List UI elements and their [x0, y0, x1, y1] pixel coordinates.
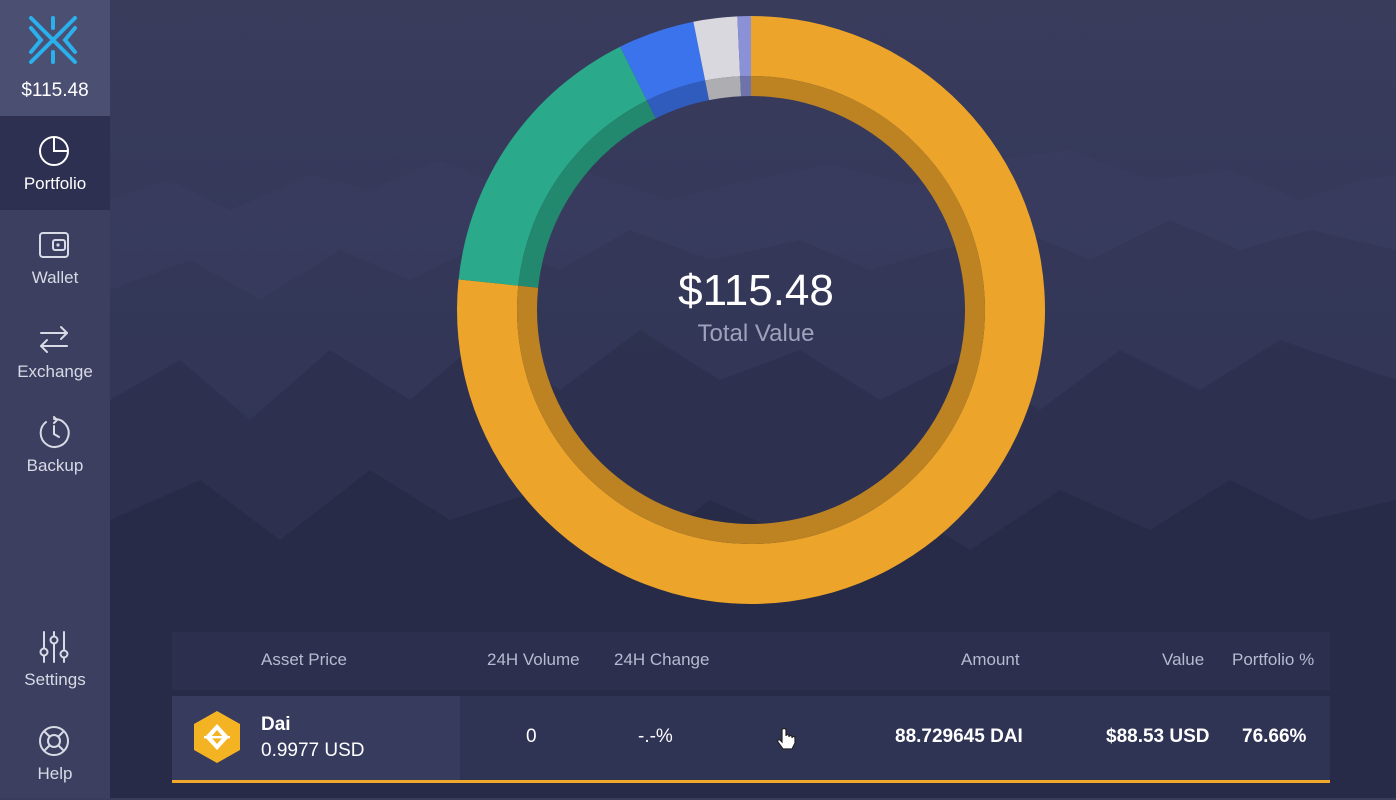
sidebar-item-label: Help [37, 764, 73, 783]
sliders-icon [39, 631, 69, 663]
header-asset-price[interactable]: Asset Price [261, 650, 347, 670]
sidebar-item-label: Wallet [31, 268, 79, 287]
sidebar-item-label: Exchange [17, 362, 93, 381]
sidebar-item-backup[interactable]: Backup [0, 398, 110, 492]
assets-table: Asset Price 24H Volume 24H Change Amount… [172, 632, 1330, 783]
header-amount[interactable]: Amount [961, 650, 1020, 670]
donut-slice-inner-4 [740, 76, 751, 97]
total-value-amount: $115.48 [678, 266, 834, 315]
brand-header: $115.48 [0, 0, 110, 116]
header-24h-volume[interactable]: 24H Volume [487, 650, 580, 670]
dai-coin-icon [194, 711, 240, 763]
table-row[interactable]: Dai 0.9977 USD 0 -.-% 88.729645 DAI $88.… [172, 696, 1330, 783]
sidebar-item-wallet[interactable]: Wallet [0, 210, 110, 304]
asset-portfolio-percent: 76.66% [1242, 726, 1307, 747]
total-value-label: Total Value [697, 320, 815, 347]
donut-slice-1[interactable] [458, 46, 647, 286]
lifebuoy-icon [39, 726, 69, 756]
sidebar-item-label: Backup [26, 456, 84, 475]
asset-amount: 88.729645 DAI [895, 726, 1023, 747]
asset-name: Dai [261, 714, 291, 735]
sidebar-item-label: Portfolio [23, 174, 87, 193]
asset-volume: 0 [526, 726, 537, 747]
sidebar-item-label: Settings [24, 670, 86, 689]
header-24h-change[interactable]: 24H Change [614, 650, 709, 670]
hand-cursor-icon [777, 728, 796, 750]
sidebar-item-help[interactable]: Help [0, 706, 110, 800]
backup-clock-icon [39, 416, 70, 448]
sidebar-total-balance: $115.48 [21, 80, 89, 101]
wallet-icon [39, 232, 69, 258]
sidebar-item-exchange[interactable]: Exchange [0, 304, 110, 398]
sidebar: $115.48 Portfolio Wallet Exchange Backup… [0, 0, 110, 798]
asset-value: $88.53 USD [1106, 726, 1210, 747]
sidebar-item-portfolio[interactable]: Portfolio [0, 116, 110, 210]
exchange-arrows-icon [40, 326, 68, 353]
header-portfolio-percent[interactable]: Portfolio % [1232, 650, 1314, 670]
asset-price: 0.9977 USD [261, 740, 365, 761]
donut-slice-inner-3 [705, 76, 742, 101]
sidebar-item-settings[interactable]: Settings [0, 612, 110, 706]
asset-change: -.-% [638, 726, 673, 747]
table-header: Asset Price 24H Volume 24H Change Amount… [172, 632, 1330, 690]
exodus-logo-icon [29, 16, 77, 64]
header-value[interactable]: Value [1162, 650, 1204, 670]
pie-chart-icon [39, 136, 69, 166]
